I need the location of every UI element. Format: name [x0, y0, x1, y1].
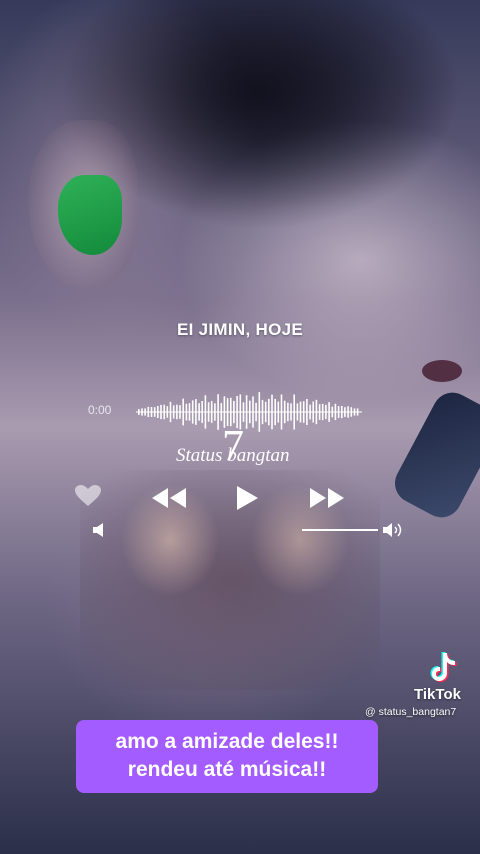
rewind-icon[interactable] — [150, 486, 188, 510]
lyric-line: EI JIMIN, HOJE — [176, 320, 304, 339]
caption-line-2: rendeu até música!! — [127, 758, 327, 781]
current-time: 0:00 — [88, 403, 112, 417]
fast-forward-icon[interactable] — [308, 486, 346, 510]
tiktok-username: @ status_bangtan7 — [365, 706, 457, 718]
caption-box: amo a amizade deles!! rendeu até música!… — [76, 720, 378, 793]
audio-waveform[interactable] — [136, 390, 362, 434]
brand-watermark-number: 7 — [222, 421, 244, 470]
tiktok-wordmark: TikTok — [414, 686, 461, 703]
volume-high-icon[interactable] — [382, 521, 406, 539]
caption-line-1: amo a amizade deles!! — [115, 730, 339, 753]
volume-slider[interactable] — [302, 529, 378, 531]
heart-icon[interactable] — [74, 484, 102, 508]
waveform-baseline — [136, 411, 362, 413]
play-icon[interactable] — [234, 484, 260, 512]
background-lips — [422, 360, 462, 382]
tiktok-logo-icon — [430, 652, 457, 682]
volume-low-icon[interactable] — [92, 522, 106, 538]
